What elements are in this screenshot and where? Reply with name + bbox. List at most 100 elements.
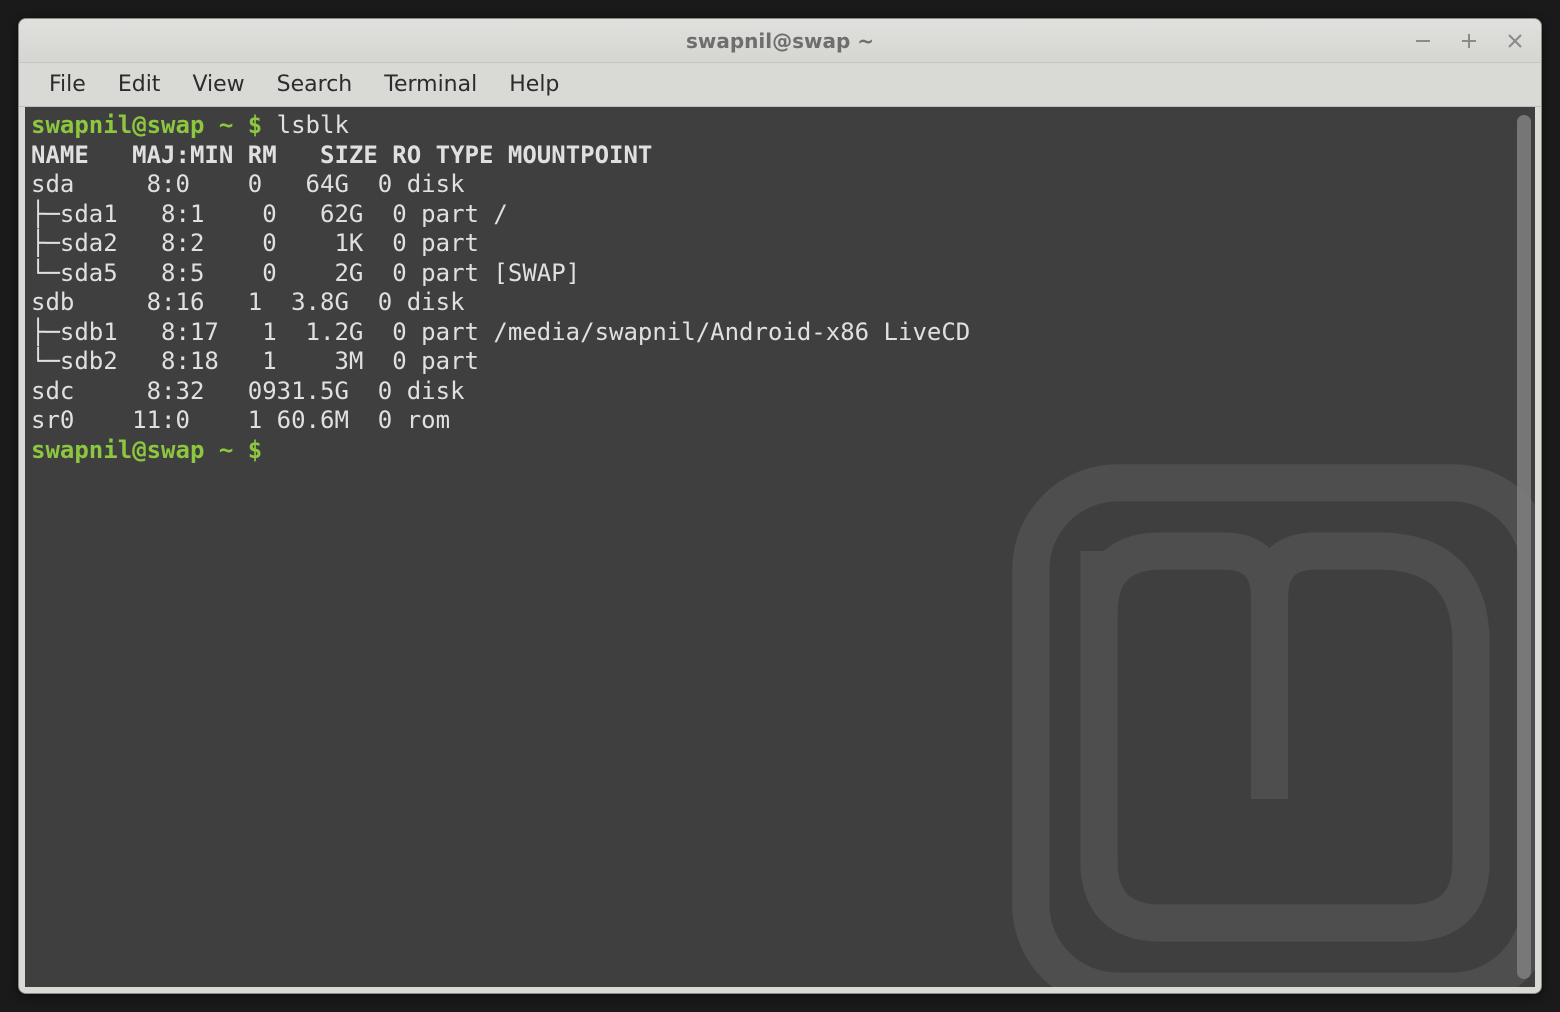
menubar: File Edit View Search Terminal Help	[19, 63, 1541, 107]
cell-majmin: 8:16	[103, 288, 219, 316]
lsblk-row: ├─sdb1 8:17 1 1.2G 0 part /media/swapnil…	[31, 318, 1529, 348]
cell-name: ├─sdb1	[31, 318, 118, 346]
cell-type: disk	[392, 170, 464, 198]
cell-name: └─sdb2	[31, 347, 118, 375]
prompt-symbol: $	[248, 111, 262, 139]
maximize-icon	[1460, 32, 1478, 50]
maximize-button[interactable]	[1455, 27, 1483, 55]
col-rm: RM	[248, 141, 277, 169]
lsblk-row: sda 8:0 0 64G 0 disk	[31, 170, 1529, 200]
cell-mount: /	[479, 200, 508, 228]
minimize-button[interactable]	[1409, 27, 1437, 55]
col-majmin: MAJ:MIN	[132, 141, 233, 169]
cell-ro: 0	[349, 377, 392, 405]
mint-logo-watermark	[975, 427, 1535, 987]
window-controls	[1409, 19, 1529, 62]
cell-rm: 1	[219, 288, 262, 316]
menu-help[interactable]: Help	[493, 66, 575, 103]
cell-mount: /media/swapnil/Android-x86 LiveCD	[479, 318, 970, 346]
cell-rm: 0	[233, 259, 276, 287]
cell-majmin: 8:2	[118, 229, 234, 257]
prompt-line-2: swapnil@swap ~ $	[31, 436, 1529, 466]
prompt-user-host: swapnil@swap	[31, 436, 204, 464]
cell-name: ├─sda1	[31, 200, 118, 228]
lsblk-row: └─sda5 8:5 0 2G 0 part [SWAP]	[31, 259, 1529, 289]
cell-type: part	[407, 318, 479, 346]
cell-type: disk	[392, 288, 464, 316]
close-button[interactable]	[1501, 27, 1529, 55]
cell-ro: 0	[349, 170, 392, 198]
cell-rm: 1	[219, 406, 262, 434]
cell-name: sda	[31, 170, 103, 198]
cell-size: 931.5G	[262, 377, 349, 405]
cell-majmin: 11:0	[103, 406, 219, 434]
cell-majmin: 8:18	[118, 347, 234, 375]
prompt-path: ~	[219, 111, 233, 139]
titlebar[interactable]: swapnil@swap ~	[19, 19, 1541, 63]
menu-file[interactable]: File	[33, 66, 102, 103]
cell-ro: 0	[363, 200, 406, 228]
lsblk-row: └─sdb2 8:18 1 3M 0 part	[31, 347, 1529, 377]
cell-size: 3.8G	[262, 288, 349, 316]
cell-type: rom	[392, 406, 450, 434]
cell-size: 64G	[262, 170, 349, 198]
lsblk-row: sdb 8:16 1 3.8G 0 disk	[31, 288, 1529, 318]
col-size: SIZE	[320, 141, 378, 169]
cell-size: 60.6M	[262, 406, 349, 434]
cell-ro: 0	[349, 406, 392, 434]
lsblk-header: NAME MAJ:MIN RM SIZE RO TYPE MOUNTPOINT	[31, 141, 1529, 171]
cell-rm: 0	[219, 170, 262, 198]
cell-ro: 0	[363, 259, 406, 287]
lsblk-row: ├─sda1 8:1 0 62G 0 part /	[31, 200, 1529, 230]
menu-search[interactable]: Search	[261, 66, 369, 103]
cell-majmin: 8:17	[118, 318, 234, 346]
cell-rm: 0	[233, 229, 276, 257]
cell-ro: 0	[349, 288, 392, 316]
col-mount: MOUNTPOINT	[508, 141, 653, 169]
cell-size: 62G	[277, 200, 364, 228]
lsblk-row: sdc 8:32 0931.5G 0 disk	[31, 377, 1529, 407]
cell-type: part	[407, 229, 479, 257]
cell-mount: [SWAP]	[479, 259, 580, 287]
cell-rm: 1	[233, 347, 276, 375]
cell-ro: 0	[363, 229, 406, 257]
cell-rm: 0	[233, 200, 276, 228]
prompt-symbol: $	[248, 436, 262, 464]
cell-size: 3M	[277, 347, 364, 375]
cell-type: disk	[392, 377, 464, 405]
cell-name: sdb	[31, 288, 103, 316]
cell-name: sr0	[31, 406, 103, 434]
cell-rm: 0	[219, 377, 262, 405]
col-ro: RO	[392, 141, 421, 169]
cell-majmin: 8:5	[118, 259, 234, 287]
terminal[interactable]: swapnil@swap ~ $ lsblk NAME MAJ:MIN RM S…	[25, 107, 1535, 987]
cell-majmin: 8:32	[103, 377, 219, 405]
command-text: lsblk	[277, 111, 349, 139]
cell-rm: 1	[233, 318, 276, 346]
cell-size: 2G	[277, 259, 364, 287]
cell-ro: 0	[363, 318, 406, 346]
cell-majmin: 8:0	[103, 170, 219, 198]
col-name: NAME	[31, 141, 89, 169]
cell-majmin: 8:1	[118, 200, 234, 228]
window-title: swapnil@swap ~	[686, 29, 874, 53]
minimize-icon	[1414, 32, 1432, 50]
prompt-path: ~	[219, 436, 233, 464]
scrollbar[interactable]	[1517, 115, 1531, 979]
lsblk-row: sr0 11:0 1 60.6M 0 rom	[31, 406, 1529, 436]
terminal-window: swapnil@swap ~ File Edit View Search Ter…	[18, 18, 1542, 994]
menu-edit[interactable]: Edit	[102, 66, 177, 103]
prompt-user-host: swapnil@swap	[31, 111, 204, 139]
cell-type: part	[407, 347, 479, 375]
cell-type: part	[407, 259, 479, 287]
col-type: TYPE	[436, 141, 494, 169]
cell-size: 1.2G	[277, 318, 364, 346]
menu-terminal[interactable]: Terminal	[368, 66, 493, 103]
lsblk-row: ├─sda2 8:2 0 1K 0 part	[31, 229, 1529, 259]
cell-type: part	[407, 200, 479, 228]
cell-ro: 0	[363, 347, 406, 375]
cell-name: └─sda5	[31, 259, 118, 287]
cell-size: 1K	[277, 229, 364, 257]
terminal-wrap: swapnil@swap ~ $ lsblk NAME MAJ:MIN RM S…	[19, 107, 1541, 993]
menu-view[interactable]: View	[176, 66, 260, 103]
